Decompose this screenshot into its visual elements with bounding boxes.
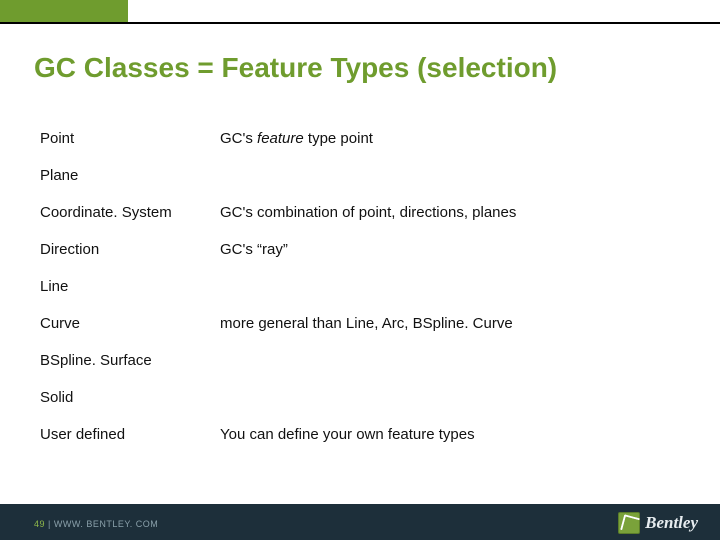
footer-text: 49 | WWW. BENTLEY. COM (34, 519, 158, 529)
table-row: Coordinate. SystemGC's combination of po… (40, 204, 680, 221)
desc-pre: GC's combination of point, directions, p… (220, 204, 516, 221)
desc-pre: You can define your own feature types (220, 426, 475, 443)
term-cell: BSpline. Surface (40, 352, 220, 369)
brand-logo: Bentley (618, 512, 698, 534)
brand-logo-text: Bentley (645, 513, 698, 533)
description-cell: GC's combination of point, directions, p… (220, 204, 680, 221)
desc-italic: feature (257, 130, 304, 147)
table-row: BSpline. Surface (40, 352, 680, 369)
term-cell: Coordinate. System (40, 204, 220, 221)
term-cell: Direction (40, 241, 220, 258)
term-cell: User defined (40, 426, 220, 443)
slide: GC Classes = Feature Types (selection) P… (0, 0, 720, 540)
desc-pre: more general than Line, Arc, BSpline. Cu… (220, 315, 513, 332)
desc-pre: GC's “ray” (220, 241, 288, 258)
table-row: Solid (40, 389, 680, 406)
term-cell: Curve (40, 315, 220, 332)
top-divider (0, 22, 720, 24)
description-cell: You can define your own feature types (220, 426, 680, 443)
page-title: GC Classes = Feature Types (selection) (34, 52, 557, 84)
top-accent-block (0, 0, 128, 22)
term-cell: Point (40, 130, 220, 147)
table-row: DirectionGC's “ray” (40, 241, 680, 258)
content-table: PointGC's feature type point Plane Coordin… (40, 130, 680, 463)
table-row: Curvemore general than Line, Arc, BSplin… (40, 315, 680, 332)
term-cell: Solid (40, 389, 220, 406)
table-row: Line (40, 278, 680, 295)
footer-url: WWW. BENTLEY. COM (54, 519, 158, 529)
page-number: 49 (34, 519, 45, 529)
term-cell: Plane (40, 167, 220, 184)
desc-post: type point (304, 130, 373, 147)
desc-pre: GC's (220, 130, 257, 147)
description-cell: GC's feature type point (220, 130, 680, 147)
brand-logo-mark-icon (618, 512, 640, 534)
description-cell: GC's “ray” (220, 241, 680, 258)
table-row: Plane (40, 167, 680, 184)
table-row: User definedYou can define your own feat… (40, 426, 680, 443)
footer-sep: | (45, 519, 54, 529)
table-row: PointGC's feature type point (40, 130, 680, 147)
description-cell: more general than Line, Arc, BSpline. Cu… (220, 315, 680, 332)
term-cell: Line (40, 278, 220, 295)
